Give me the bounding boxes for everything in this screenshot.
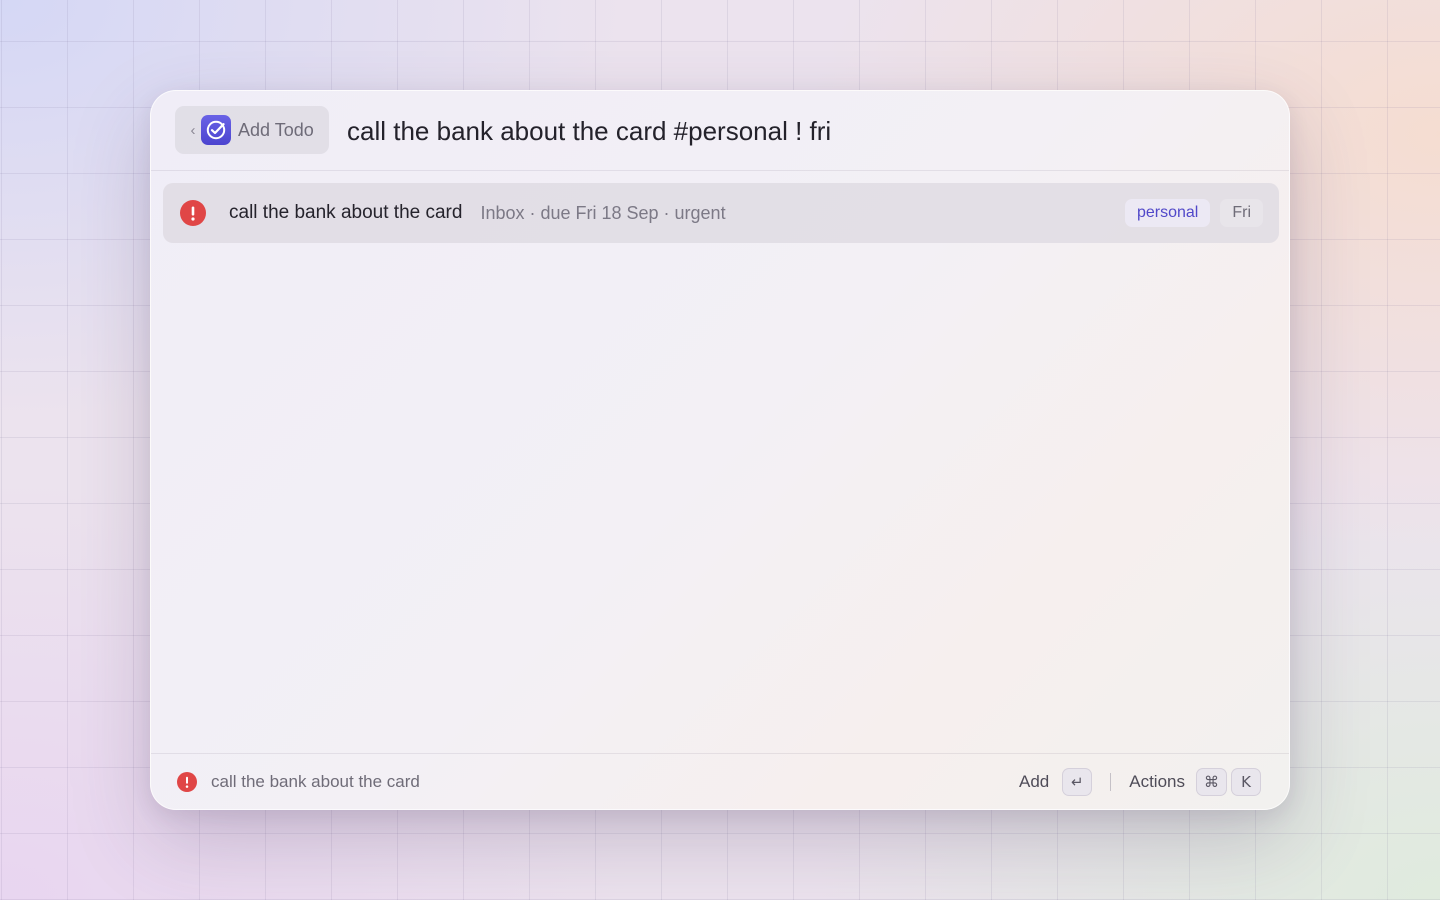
actions-button[interactable]: Actions [1129,772,1185,792]
selected-item-title: call the bank about the card [211,771,420,791]
chevron-left-icon: ‹ [190,121,196,139]
search-input[interactable] [347,111,1247,151]
action-bar: call the bank about the card Add ↵ Actio… [151,753,1289,809]
k-key-icon: K [1231,767,1261,796]
back-button[interactable]: ‹ Add Todo [175,106,329,154]
project-tag: personal [1124,199,1211,227]
result-item[interactable]: call the bank about the card Inbox · due… [163,183,1279,243]
result-title: call the bank about the card [229,202,463,223]
command-name: Add Todo [238,119,314,140]
add-button[interactable]: Add [1019,772,1049,792]
todo-check-icon [201,115,231,145]
search-header: ‹ Add Todo [151,91,1289,171]
divider [1110,772,1112,791]
result-meta: Inbox · due Fri 18 Sep · urgent [480,202,726,223]
launcher-window: ‹ Add Todo call the bank about the card … [150,90,1290,810]
return-key-icon: ↵ [1062,767,1093,796]
command-key-icon: ⌘ [1196,767,1227,796]
urgent-exclamation-icon [180,200,206,226]
due-date-tag: Fri [1220,199,1263,227]
urgent-exclamation-icon [177,771,197,792]
